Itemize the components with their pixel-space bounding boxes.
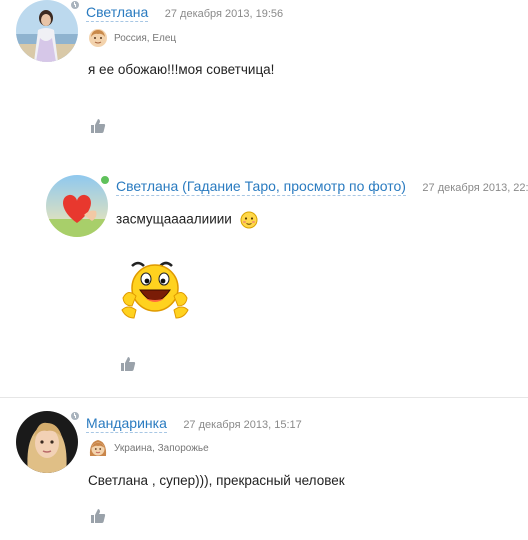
author-link[interactable]: Мандаринка: [86, 415, 167, 433]
divider: [0, 397, 528, 398]
avatar[interactable]: [16, 410, 81, 473]
like-icon[interactable]: [90, 118, 106, 134]
clock-icon: [69, 410, 81, 422]
like-icon[interactable]: [90, 508, 106, 524]
location: Россия, Елец: [114, 32, 177, 44]
comment-text: засмущаааалииии: [116, 211, 258, 229]
location-row: Украина, Запорожье: [88, 438, 209, 458]
comment-date: 27 декабря 2013, 22:36: [422, 182, 528, 194]
female-user-icon: [89, 440, 107, 456]
comment-date: 27 декабря 2013, 19:56: [164, 8, 284, 20]
comment-text: я ее обожаю!!!моя советчица!: [88, 62, 275, 77]
online-status-dot: [99, 174, 111, 186]
comment-text: Светлана , супер))), прекрасный человек: [88, 473, 345, 488]
avatar[interactable]: [16, 0, 81, 62]
comment-date: 27 декабря 2013, 15:17: [183, 419, 302, 431]
clock-icon: [69, 0, 81, 11]
like-icon[interactable]: [120, 356, 136, 372]
avatar[interactable]: [46, 174, 111, 237]
location: Украина, Запорожье: [114, 442, 209, 454]
blush-smiley-icon: [240, 211, 258, 229]
author-link[interactable]: Светлана (Гадание Таро, просмотр по фото…: [116, 178, 406, 196]
comment-text-body: засмущаааалииии: [116, 211, 232, 227]
male-user-icon: [89, 29, 107, 47]
location-row: Россия, Елец: [88, 28, 176, 48]
big-grin-emoticon: [121, 261, 189, 319]
author-link[interactable]: Светлана: [86, 4, 149, 22]
